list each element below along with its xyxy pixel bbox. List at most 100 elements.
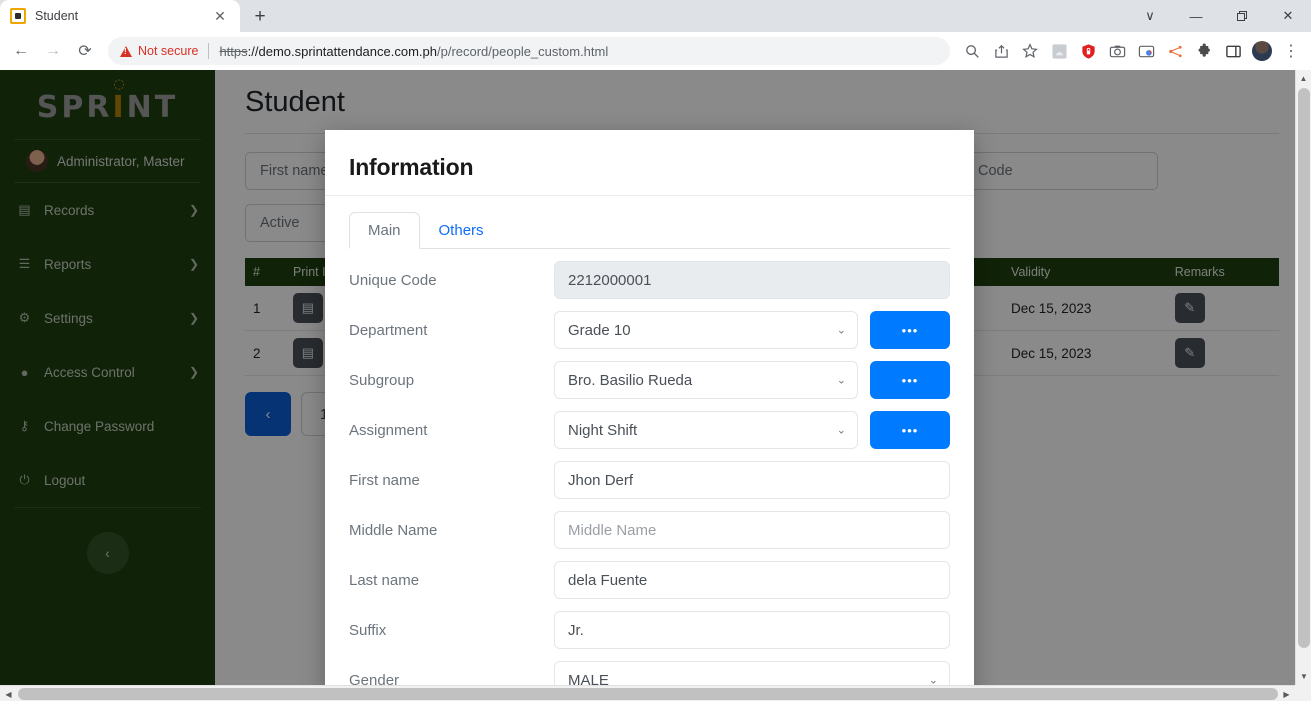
student-app-favicon — [10, 8, 26, 24]
field-row-subgroup: Subgroup Bro. Basilio Rueda ⌄ ••• — [349, 361, 950, 399]
side-panel-icon[interactable] — [1219, 37, 1247, 65]
control-department: Grade 10 ⌄ ••• — [554, 311, 950, 349]
label-assignment: Assignment — [349, 421, 428, 439]
scroll-down-arrow-icon[interactable]: ▼ — [1296, 668, 1311, 685]
avatar — [1252, 41, 1272, 61]
reload-icon[interactable]: ⟳ — [70, 36, 100, 66]
browser-toolbar: ← → ⟳ Not secure https://demo.sprintatte… — [0, 32, 1311, 70]
node-graph-icon[interactable] — [1161, 37, 1189, 65]
control-last-name: dela Fuente — [554, 561, 950, 599]
field-row-unique-code: Unique Code 2212000001 — [349, 261, 950, 299]
scroll-up-arrow-icon[interactable]: ▲ — [1296, 70, 1311, 87]
forward-icon[interactable]: → — [38, 36, 68, 66]
unique-code-input[interactable]: 2212000001 — [554, 261, 950, 299]
modal-title: Information — [349, 154, 474, 180]
tab-search-icon[interactable]: ∨ — [1127, 0, 1173, 32]
field-row-first-name: First name Jhon Derf — [349, 461, 950, 499]
assignment-select-value: Night Shift — [568, 421, 638, 439]
restore-icon — [1236, 10, 1247, 21]
control-assignment: Night Shift ⌄ ••• — [554, 411, 950, 449]
profile-avatar-icon[interactable] — [1248, 37, 1276, 65]
label-unique-code: Unique Code — [349, 271, 437, 289]
control-unique-code: 2212000001 — [554, 261, 950, 299]
new-tab-button[interactable]: + — [246, 2, 274, 30]
close-window-button[interactable]: ✕ — [1265, 0, 1311, 32]
modal-tabs: Main Others — [349, 212, 950, 249]
department-select[interactable]: Grade 10 ⌄ — [554, 311, 858, 349]
grayscale-extension-icon[interactable] — [1045, 37, 1073, 65]
close-tab-icon[interactable]: ✕ — [210, 6, 230, 26]
field-row-department: Department Grade 10 ⌄ ••• — [349, 311, 950, 349]
browser-tab-student[interactable]: Student ✕ — [0, 0, 240, 32]
tab-main[interactable]: Main — [349, 212, 420, 249]
last-name-input[interactable]: dela Fuente — [554, 561, 950, 599]
url-scheme-suffix: :// — [247, 43, 259, 59]
field-row-assignment: Assignment Night Shift ⌄ ••• — [349, 411, 950, 449]
page-viewport: SPRINT Administrator, Master ▤ Records ❯… — [0, 70, 1311, 701]
information-modal: Information Main Others Unique Code 2212… — [325, 130, 974, 701]
back-icon[interactable]: ← — [6, 36, 36, 66]
modal-header: Information — [325, 130, 974, 196]
label-last-name: Last name — [349, 571, 420, 589]
chevron-down-icon: ⌄ — [836, 424, 846, 437]
suffix-input[interactable]: Jr. — [554, 611, 950, 649]
toolbar-icons: ⋮ — [958, 37, 1305, 65]
first-name-input[interactable]: Jhon Derf — [554, 461, 950, 499]
url-host: demo.sprintattendance.com.ph — [258, 43, 437, 59]
assignment-options-button[interactable]: ••• — [870, 411, 950, 449]
shield-security-icon[interactable] — [1074, 37, 1102, 65]
subgroup-select[interactable]: Bro. Basilio Rueda ⌄ — [554, 361, 858, 399]
field-row-last-name: Last name dela Fuente — [349, 561, 950, 599]
warning-triangle-icon — [120, 45, 132, 57]
tab-others[interactable]: Others — [420, 212, 503, 249]
minimize-button[interactable]: — — [1173, 0, 1219, 32]
tab-strip: Student ✕ + ∨ — ✕ — [0, 0, 1311, 32]
control-subgroup: Bro. Basilio Rueda ⌄ ••• — [554, 361, 950, 399]
restore-button[interactable] — [1219, 0, 1265, 32]
assignment-select[interactable]: Night Shift ⌄ — [554, 411, 858, 449]
browser-chrome: Student ✕ + ∨ — ✕ ← → ⟳ Not secure — [0, 0, 1311, 70]
search-icon[interactable] — [958, 37, 986, 65]
scroll-right-arrow-icon[interactable]: ▶ — [1278, 686, 1295, 701]
field-row-suffix: Suffix Jr. — [349, 611, 950, 649]
subgroup-select-value: Bro. Basilio Rueda — [568, 371, 693, 389]
modal-body: Main Others Unique Code 2212000001 Depar… — [325, 196, 974, 688]
omnibox-divider — [208, 43, 210, 59]
control-middle-name: Middle Name — [554, 511, 950, 549]
chevron-down-icon: ⌄ — [836, 374, 846, 387]
label-suffix: Suffix — [349, 621, 387, 639]
extensions-puzzle-icon[interactable] — [1190, 37, 1218, 65]
chrome-menu-icon[interactable]: ⋮ — [1277, 37, 1305, 65]
scroll-left-arrow-icon[interactable]: ◀ — [0, 686, 17, 701]
tab-manager-icon[interactable] — [1132, 37, 1160, 65]
control-suffix: Jr. — [554, 611, 950, 649]
screenshot-camera-icon[interactable] — [1103, 37, 1131, 65]
url-scheme: https — [219, 43, 248, 59]
window-controls: ∨ — ✕ — [1127, 0, 1311, 32]
share-icon[interactable] — [987, 37, 1015, 65]
field-row-middle-name: Middle Name Middle Name — [349, 511, 950, 549]
department-select-value: Grade 10 — [568, 321, 631, 339]
not-secure-label: Not secure — [138, 44, 199, 58]
chevron-down-icon: ⌄ — [836, 324, 846, 337]
gender-select[interactable]: MALE ⌄ — [554, 661, 950, 688]
department-options-button[interactable]: ••• — [870, 311, 950, 349]
control-first-name: Jhon Derf — [554, 461, 950, 499]
vertical-scroll-thumb[interactable] — [1298, 88, 1310, 648]
label-department: Department — [349, 321, 428, 339]
address-bar[interactable]: Not secure https://demo.sprintattendance… — [108, 37, 950, 65]
url-text: https://demo.sprintattendance.com.ph/p/r… — [219, 44, 608, 59]
vertical-scrollbar[interactable]: ▲ ▼ — [1295, 70, 1311, 685]
not-secure-badge[interactable]: Not secure — [120, 44, 198, 58]
horizontal-scrollbar[interactable]: ◀ ▶ — [0, 685, 1311, 701]
scrollbar-corner — [1295, 685, 1311, 701]
url-path: /p/record/people_custom.html — [436, 43, 609, 59]
middle-name-input[interactable]: Middle Name — [554, 511, 950, 549]
horizontal-scroll-thumb[interactable] — [18, 688, 1278, 700]
subgroup-options-button[interactable]: ••• — [870, 361, 950, 399]
label-first-name: First name — [349, 471, 420, 489]
label-subgroup: Subgroup — [349, 371, 415, 389]
field-row-gender: Gender MALE ⌄ — [349, 661, 950, 688]
bookmark-star-icon[interactable] — [1016, 37, 1044, 65]
label-middle-name: Middle Name — [349, 521, 438, 539]
